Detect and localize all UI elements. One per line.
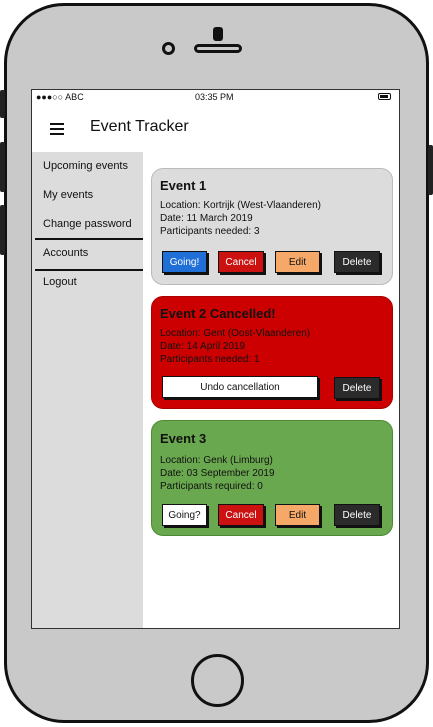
delete-button[interactable]: Delete bbox=[334, 251, 380, 273]
event-location: Location: Genk (Limburg) bbox=[160, 455, 273, 466]
edit-button[interactable]: Edit bbox=[275, 251, 320, 273]
carrier-signal: ●●●○○ ABC bbox=[36, 92, 84, 102]
clock: 03:35 PM bbox=[195, 92, 234, 102]
event-title: Event 3 bbox=[160, 431, 207, 446]
earpiece-notch bbox=[213, 27, 223, 41]
drawer-item-logout[interactable]: Logout bbox=[43, 276, 77, 288]
event-card: Event 3 Location: Genk (Limburg) Date: 0… bbox=[151, 420, 393, 536]
status-bar: ●●●○○ ABC 03:35 PM bbox=[32, 90, 399, 104]
camera-icon bbox=[162, 42, 175, 55]
cancel-button[interactable]: Cancel bbox=[218, 251, 264, 273]
hamburger-menu-icon[interactable] bbox=[50, 123, 64, 135]
event-participants: Participants needed: 1 bbox=[160, 354, 260, 365]
home-button[interactable] bbox=[191, 654, 244, 707]
delete-button[interactable]: Delete bbox=[334, 377, 380, 399]
phone-screen: ●●●○○ ABC 03:35 PM Event Tracker Upcomin… bbox=[31, 89, 400, 629]
event-title: Event 1 bbox=[160, 178, 207, 193]
side-button-left-bottom bbox=[0, 205, 5, 255]
delete-button[interactable]: Delete bbox=[334, 504, 380, 526]
event-location: Location: Gent (Oost-Vlaanderen) bbox=[160, 328, 311, 339]
going-button[interactable]: Going? bbox=[162, 504, 207, 526]
event-participants: Participants needed: 3 bbox=[160, 226, 260, 237]
event-participants: Participants required: 0 bbox=[160, 481, 263, 492]
event-date: Date: 03 September 2019 bbox=[160, 468, 275, 479]
divider bbox=[35, 238, 143, 240]
drawer-item-change-password[interactable]: Change password bbox=[43, 218, 132, 230]
battery-icon bbox=[378, 93, 391, 100]
app-title: Event Tracker bbox=[90, 118, 189, 135]
app-bar: Event Tracker bbox=[32, 104, 399, 152]
cancel-button[interactable]: Cancel bbox=[218, 504, 264, 526]
side-button-right bbox=[428, 145, 433, 195]
divider bbox=[35, 269, 143, 271]
going-button[interactable]: Going! bbox=[162, 251, 207, 273]
drawer-item-accounts[interactable]: Accounts bbox=[43, 247, 88, 259]
event-location: Location: Kortrijk (West-Vlaanderen) bbox=[160, 200, 321, 211]
edit-button[interactable]: Edit bbox=[275, 504, 320, 526]
event-date: Date: 11 March 2019 bbox=[160, 213, 253, 224]
speaker-grille bbox=[194, 44, 242, 53]
event-list: Event 1 Location: Kortrijk (West-Vlaande… bbox=[143, 152, 399, 628]
event-title: Event 2 Cancelled! bbox=[160, 306, 276, 321]
undo-cancellation-button[interactable]: Undo cancellation bbox=[162, 376, 318, 398]
side-button-left-mid bbox=[0, 142, 5, 192]
event-card: Event 1 Location: Kortrijk (West-Vlaande… bbox=[151, 168, 393, 285]
drawer-item-upcoming-events[interactable]: Upcoming events bbox=[43, 160, 128, 172]
event-card-cancelled: Event 2 Cancelled! Location: Gent (Oost-… bbox=[151, 296, 393, 409]
event-date: Date: 14 April 2019 bbox=[160, 341, 246, 352]
side-button-left-top bbox=[0, 90, 5, 118]
nav-drawer: Upcoming events My events Change passwor… bbox=[32, 152, 143, 628]
drawer-item-my-events[interactable]: My events bbox=[43, 189, 93, 201]
